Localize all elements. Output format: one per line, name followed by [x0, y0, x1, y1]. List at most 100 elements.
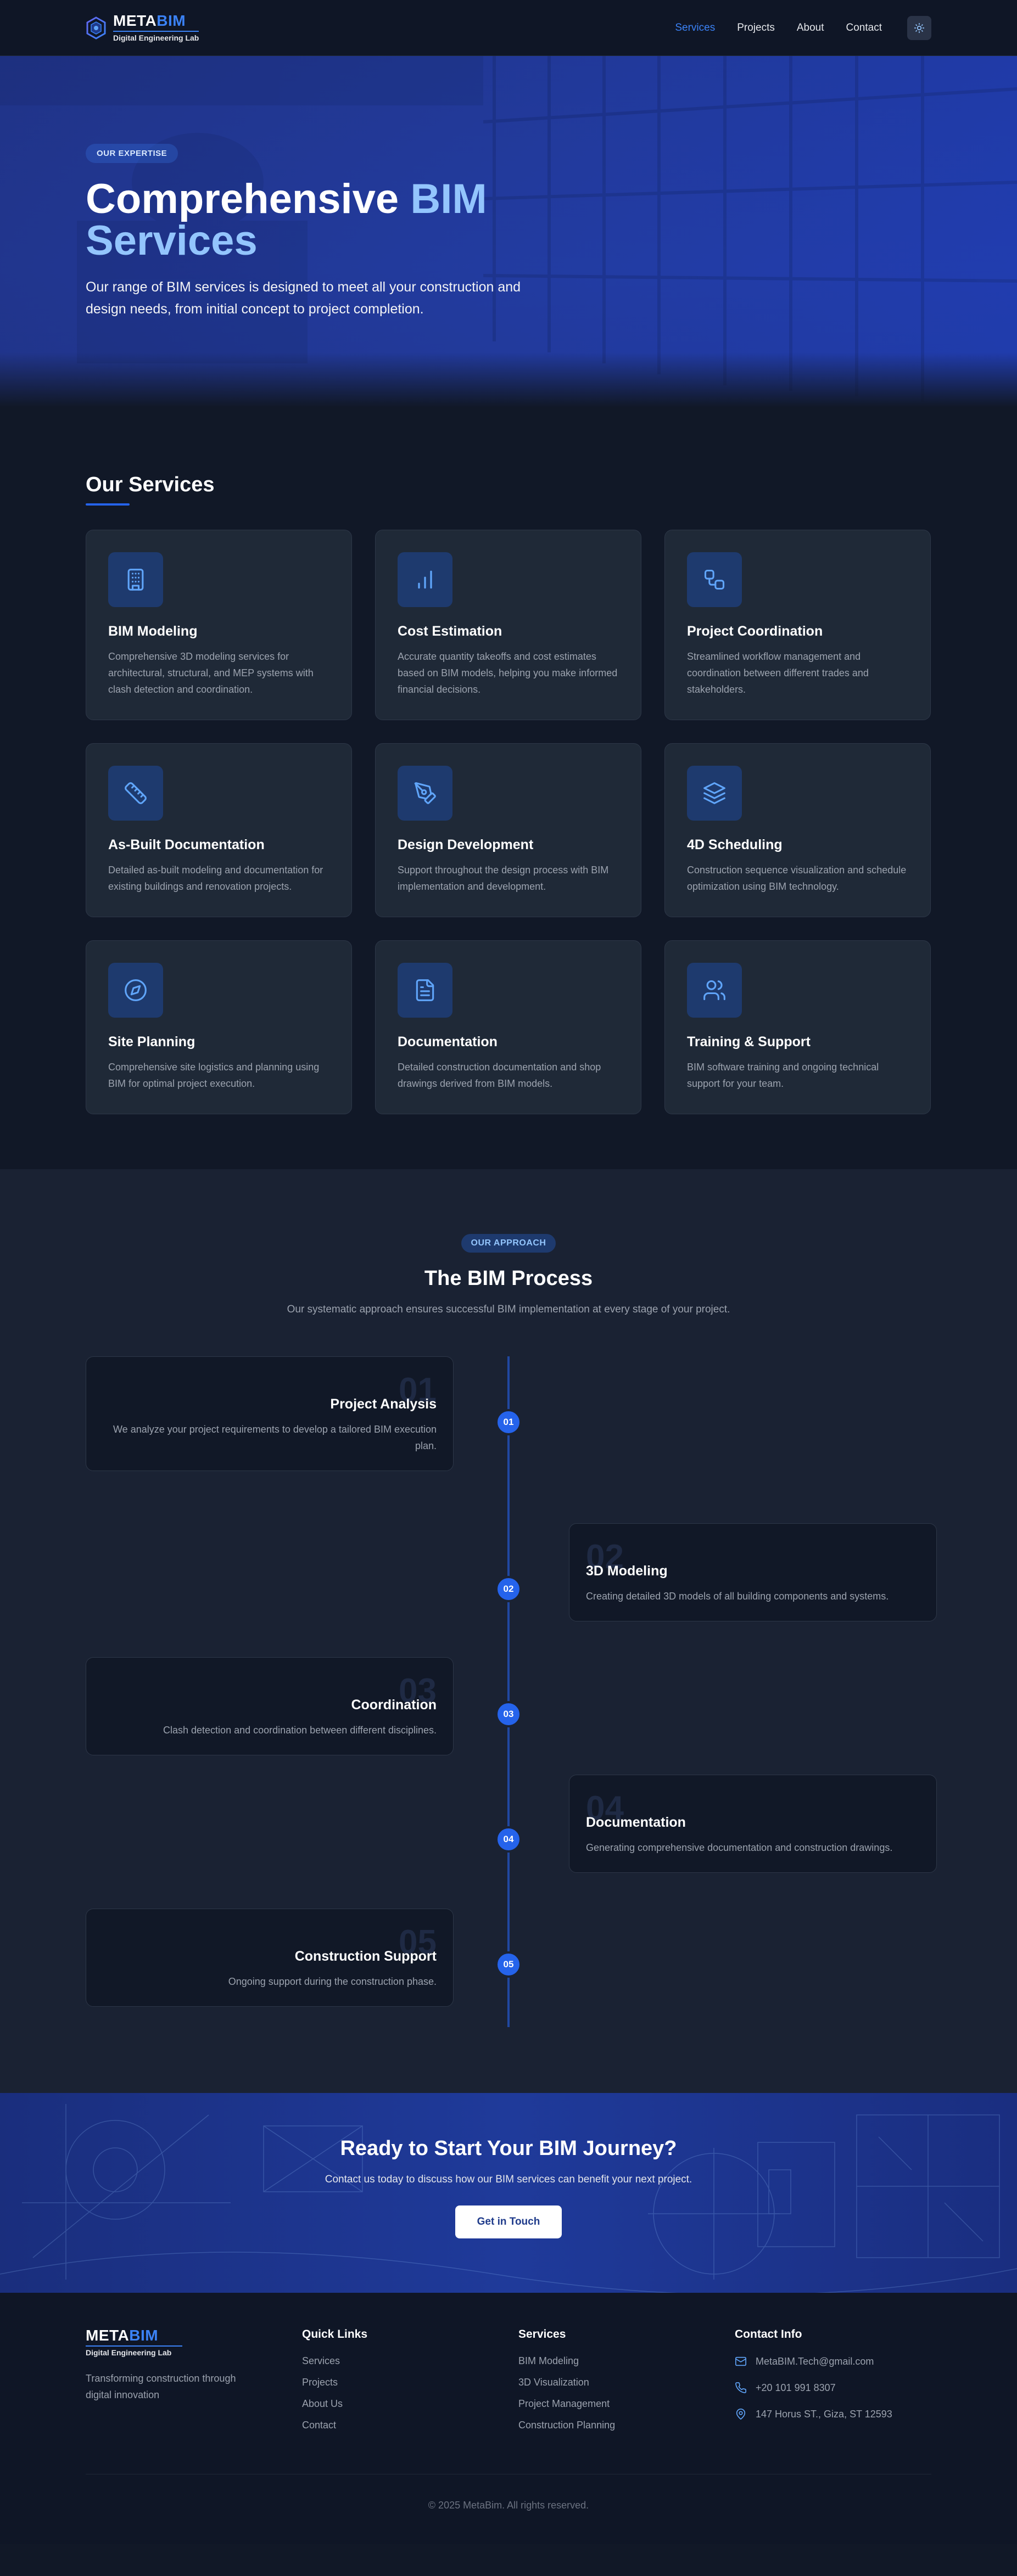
- step-description: We analyze your project requirements to …: [113, 1424, 437, 1451]
- contact-email-text: MetaBIM.Tech@gmail.com: [756, 2355, 874, 2367]
- step-marker-3: 03: [495, 1701, 522, 1727]
- service-description: Detailed construction documentation and …: [398, 1062, 601, 1089]
- theme-toggle-button[interactable]: [907, 15, 931, 40]
- expertise-badge: OUR EXPERTISE: [86, 144, 178, 163]
- contact-address-text: 147 Horus ST., Giza, ST 12593: [756, 2408, 892, 2420]
- brand-logo[interactable]: METABIM Digital Engineering Lab: [86, 13, 199, 42]
- nav-link-projects[interactable]: Projects: [737, 22, 775, 34]
- compass-icon: [108, 963, 163, 1018]
- service-card-as-built-documentation[interactable]: As-Built Documentation Detailed as-built…: [86, 743, 352, 917]
- service-description: Comprehensive site logistics and plannin…: [108, 1062, 320, 1089]
- footer-brand-subtitle: Digital Engineering Lab: [86, 2345, 182, 2357]
- service-card-4d-scheduling[interactable]: 4D Scheduling Construction sequence visu…: [664, 743, 931, 917]
- contact-email[interactable]: MetaBIM.Tech@gmail.com: [735, 2355, 951, 2367]
- services-links-heading: Services: [518, 2328, 566, 2341]
- cta-subheading: Contact us today to discuss how our BIM …: [325, 2174, 692, 2185]
- brand-title: METABIM: [113, 12, 186, 29]
- service-card-training-support[interactable]: Training & Support BIM software training…: [664, 940, 931, 1114]
- get-in-touch-button[interactable]: Get in Touch: [455, 2205, 562, 2238]
- quick-links-heading: Quick Links: [302, 2328, 368, 2341]
- step-description: Creating detailed 3D models of all build…: [586, 1591, 889, 1602]
- services-section: Our Services BIM Modeling Comprehensive …: [0, 407, 1017, 1169]
- step-description: Clash detection and coordination between…: [163, 1725, 437, 1736]
- service-title: As-Built Documentation: [108, 837, 265, 852]
- brand-subtitle: Digital Engineering Lab: [113, 31, 199, 42]
- contact-heading: Contact Info: [735, 2328, 802, 2341]
- nav-link-services[interactable]: Services: [675, 22, 715, 34]
- service-card-cost-estimation[interactable]: Cost Estimation Accurate quantity takeof…: [375, 530, 641, 720]
- sun-icon: [914, 23, 925, 33]
- process-subheading: Our systematic approach ensures successf…: [287, 1304, 730, 1315]
- layers-icon: [687, 766, 742, 821]
- service-description: Streamlined workflow management and coor…: [687, 651, 869, 695]
- mail-icon: [735, 2356, 746, 2366]
- services-heading: Our Services: [86, 473, 215, 496]
- ruler-icon: [108, 766, 163, 821]
- footer-service-3d-visualization[interactable]: 3D Visualization: [518, 2377, 735, 2388]
- footer-link-about[interactable]: About Us: [302, 2398, 518, 2410]
- hero-title: Comprehensive BIM Services: [86, 176, 487, 264]
- step-title: Construction Support: [294, 1949, 437, 1964]
- top-nav: METABIM Digital Engineering Lab Services…: [0, 0, 1017, 56]
- service-title: Design Development: [398, 837, 534, 852]
- process-heading: The BIM Process: [424, 1267, 593, 1290]
- service-description: Comprehensive 3D modeling services for a…: [108, 651, 314, 695]
- footer-brand: METABIM Digital Engineering Lab Transfor…: [86, 2328, 302, 2441]
- process-step-2: 02 3D Modeling Creating detailed 3D mode…: [569, 1523, 937, 1621]
- footer-brand-title: METABIM: [86, 2327, 159, 2344]
- hero-section: OUR EXPERTISE Comprehensive BIM Services…: [0, 56, 1017, 407]
- footer-logo[interactable]: METABIM Digital Engineering Lab: [86, 2328, 302, 2357]
- step-marker-2: 02: [495, 1576, 522, 1602]
- footer-service-construction-planning[interactable]: Construction Planning: [518, 2420, 735, 2431]
- hero-content: OUR EXPERTISE Comprehensive BIM Services…: [86, 144, 580, 320]
- approach-badge: OUR APPROACH: [461, 1234, 556, 1253]
- service-description: Construction sequence visualization and …: [687, 865, 907, 892]
- hero-fade: [0, 352, 1017, 407]
- process-step-4: 04 Documentation Generating comprehensiv…: [569, 1775, 937, 1873]
- footer-services: Services BIM Modeling 3D Visualization P…: [518, 2328, 735, 2441]
- footer-link-projects[interactable]: Projects: [302, 2377, 518, 2388]
- service-card-documentation[interactable]: Documentation Detailed construction docu…: [375, 940, 641, 1114]
- nav-link-about[interactable]: About: [797, 22, 824, 34]
- service-title: Cost Estimation: [398, 624, 502, 639]
- footer-link-contact[interactable]: Contact: [302, 2420, 518, 2431]
- services-grid: BIM Modeling Comprehensive 3D modeling s…: [86, 530, 931, 1114]
- site-footer: METABIM Digital Engineering Lab Transfor…: [0, 2293, 1017, 2544]
- footer-service-project-management[interactable]: Project Management: [518, 2398, 735, 2410]
- contact-phone[interactable]: +20 101 991 8307: [735, 2382, 951, 2394]
- footer-tagline: Transforming construction through digita…: [86, 2373, 236, 2400]
- service-title: BIM Modeling: [108, 624, 198, 639]
- process-section: OUR APPROACH The BIM Process Our systema…: [0, 1169, 1017, 2093]
- step-title: Coordination: [351, 1697, 437, 1713]
- service-description: Accurate quantity takeoffs and cost esti…: [398, 651, 618, 695]
- step-description: Generating comprehensive documentation a…: [586, 1842, 893, 1853]
- step-marker-5: 05: [495, 1951, 522, 1978]
- service-description: BIM software training and ongoing techni…: [687, 1062, 879, 1089]
- hero-description: Our range of BIM services is designed to…: [86, 279, 521, 317]
- hexagon-logo-icon: [86, 16, 106, 40]
- users-icon: [687, 963, 742, 1018]
- service-card-bim-modeling[interactable]: BIM Modeling Comprehensive 3D modeling s…: [86, 530, 352, 720]
- step-marker-1: 01: [495, 1409, 522, 1435]
- nav-link-contact[interactable]: Contact: [846, 22, 882, 34]
- document-icon: [398, 963, 452, 1018]
- service-card-site-planning[interactable]: Site Planning Comprehensive site logisti…: [86, 940, 352, 1114]
- service-card-project-coordination[interactable]: Project Coordination Streamlined workflo…: [664, 530, 931, 720]
- process-timeline: 01 Project Analysis We analyze your proj…: [86, 1356, 937, 2027]
- cta-heading: Ready to Start Your BIM Journey?: [340, 2137, 677, 2160]
- footer-quick-links: Quick Links Services Projects About Us C…: [302, 2328, 518, 2441]
- copyright-text: © 2025 MetaBim. All rights reserved.: [428, 2500, 589, 2511]
- process-step-3: 03 Coordination Clash detection and coor…: [86, 1657, 454, 1755]
- contact-address: 147 Horus ST., Giza, ST 12593: [735, 2408, 951, 2420]
- service-description: Support throughout the design process wi…: [398, 865, 609, 892]
- service-title: Site Planning: [108, 1034, 195, 1050]
- service-card-design-development[interactable]: Design Development Support throughout th…: [375, 743, 641, 917]
- map-pin-icon: [736, 2409, 746, 2420]
- nav-links: Services Projects About Contact: [675, 15, 931, 40]
- building-icon: [108, 552, 163, 607]
- footer-service-bim-modeling[interactable]: BIM Modeling: [518, 2355, 735, 2367]
- process-step-1: 01 Project Analysis We analyze your proj…: [86, 1356, 454, 1471]
- footer-link-services[interactable]: Services: [302, 2355, 518, 2367]
- workflow-icon: [687, 552, 742, 607]
- pen-tool-icon: [398, 766, 452, 821]
